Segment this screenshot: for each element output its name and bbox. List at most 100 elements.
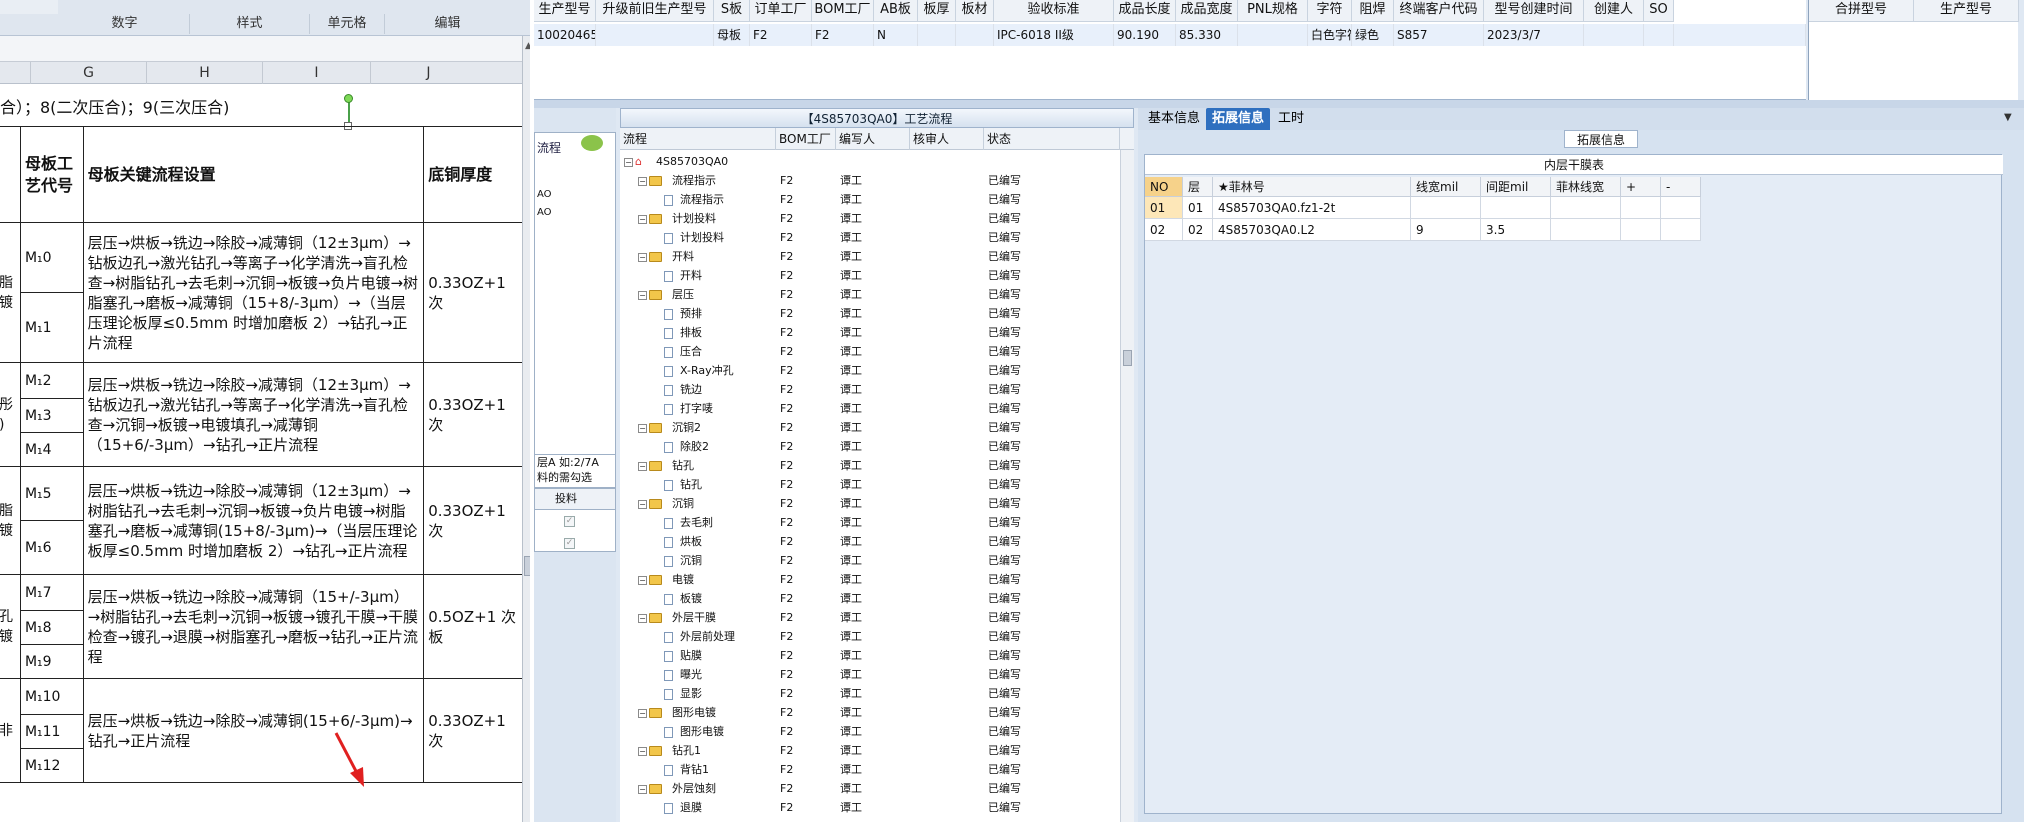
tree-row[interactable]: 预排 F2 谭工 已编写: [620, 304, 1120, 323]
dropdown-arrow-icon[interactable]: ▼: [2004, 112, 2012, 123]
tree-row[interactable]: 图形电镀 F2 谭工 已编写: [620, 722, 1120, 741]
grid-cell[interactable]: F2: [750, 24, 812, 46]
tree-row[interactable]: − 开料 F2 谭工 已编写: [620, 247, 1120, 266]
tree-row[interactable]: 外层前处理 F2 谭工 已编写: [620, 627, 1120, 646]
formula-bar[interactable]: [0, 36, 522, 62]
collapse-icon[interactable]: −: [638, 499, 647, 509]
tree-row[interactable]: − 外层干膜 F2 谭工 已编写: [620, 608, 1120, 627]
grid-cell[interactable]: 85.330: [1176, 24, 1238, 46]
rotate-handle-dot[interactable]: [344, 94, 353, 103]
tree-root[interactable]: − ⌂ 4S85703QA0: [620, 152, 1120, 171]
collapse-icon[interactable]: −: [638, 575, 647, 585]
grid-cell[interactable]: 90.190: [1114, 24, 1176, 46]
film-grid-cell[interactable]: [1551, 197, 1621, 219]
tree-row[interactable]: 背钻1 F2 谭工 已编写: [620, 760, 1120, 779]
feed-column-header[interactable]: 投料: [534, 488, 616, 510]
film-grid-cell[interactable]: [1551, 219, 1621, 241]
tree-row[interactable]: 贴膜 F2 谭工 已编写: [620, 646, 1120, 665]
grid-cell[interactable]: 白色字符: [1308, 24, 1352, 46]
tree-row[interactable]: − 钻孔1 F2 谭工 已编写: [620, 741, 1120, 760]
merge-grid-header[interactable]: 合拼型号: [1809, 0, 1914, 22]
tab-basic-info[interactable]: 基本信息: [1142, 108, 1206, 130]
ribbon-group-edit[interactable]: 编辑: [385, 14, 510, 34]
film-grid-cell[interactable]: [1411, 197, 1481, 219]
ribbon-group-style[interactable]: 样式: [190, 14, 310, 34]
ribbon-group-cells[interactable]: 单元格: [310, 14, 385, 34]
grid-header[interactable]: 创建人: [1584, 0, 1644, 22]
feed-checkbox[interactable]: ✓: [564, 516, 575, 527]
film-grid-cell[interactable]: 01: [1145, 197, 1183, 219]
grid-cell[interactable]: [956, 24, 994, 46]
grid-cell[interactable]: [1584, 24, 1644, 46]
column-header-g[interactable]: G: [30, 62, 146, 84]
tree-row[interactable]: 打字唛 F2 谭工 已编写: [620, 399, 1120, 418]
film-grid-cell[interactable]: 02: [1145, 219, 1183, 241]
grid-header[interactable]: 生产型号: [534, 0, 596, 22]
flow-list-item[interactable]: AO: [537, 207, 552, 218]
grid-header[interactable]: AB板: [874, 0, 918, 22]
grid-cell[interactable]: 100204652: [534, 24, 596, 46]
col-reviewer[interactable]: 核审人: [910, 128, 984, 150]
collapse-icon[interactable]: −: [638, 746, 647, 756]
process-scrollbar[interactable]: [1120, 150, 1134, 822]
film-grid-cell[interactable]: 01: [1183, 197, 1213, 219]
collapse-icon[interactable]: −: [638, 423, 647, 433]
tree-row[interactable]: 烘板 F2 谭工 已编写: [620, 532, 1120, 551]
grid-header[interactable]: BOM工厂: [812, 0, 874, 22]
film-grid-header[interactable]: 间距mil: [1481, 177, 1551, 197]
tree-row[interactable]: 开料 F2 谭工 已编写: [620, 266, 1120, 285]
grid-header[interactable]: 升级前旧生产型号: [596, 0, 714, 22]
grid-header[interactable]: PNL规格: [1238, 0, 1308, 22]
collapse-icon[interactable]: −: [624, 157, 633, 167]
column-header-i[interactable]: I: [262, 62, 370, 84]
merge-grid-header[interactable]: 生产型号: [1914, 0, 2019, 22]
horizontal-splitter[interactable]: [534, 100, 2024, 108]
grid-cell[interactable]: [918, 24, 956, 46]
tree-row[interactable]: 钻孔 F2 谭工 已编写: [620, 475, 1120, 494]
tree-row[interactable]: − 钻孔 F2 谭工 已编写: [620, 456, 1120, 475]
tree-row[interactable]: − 图形电镀 F2 谭工 已编写: [620, 703, 1120, 722]
collapse-icon[interactable]: −: [638, 708, 647, 718]
worksheet[interactable]: 合）；8(二次压合)；9(三次压合) 母板工艺代号 母板关键流程设置 底铜厚度 …: [0, 84, 530, 822]
tree-row[interactable]: − 流程指示 F2 谭工 已编写: [620, 171, 1120, 190]
grid-cell[interactable]: [1238, 24, 1308, 46]
tree-row[interactable]: − 计划投料 F2 谭工 已编写: [620, 209, 1120, 228]
film-grid-cell[interactable]: [1661, 197, 1701, 219]
scroll-thumb[interactable]: [1123, 350, 1132, 366]
col-status[interactable]: 状态: [984, 128, 1120, 150]
grid-cell[interactable]: S857: [1394, 24, 1484, 46]
tree-row[interactable]: 板镀 F2 谭工 已编写: [620, 589, 1120, 608]
collapse-icon[interactable]: −: [638, 613, 647, 623]
flow-list-item[interactable]: AO: [537, 189, 552, 200]
grid-header[interactable]: 终端客户代码: [1394, 0, 1484, 22]
column-header-j[interactable]: J: [370, 62, 486, 84]
grid-header[interactable]: 型号创建时间: [1484, 0, 1584, 22]
film-grid-cell[interactable]: [1621, 197, 1661, 219]
tree-row[interactable]: − 层压 F2 谭工 已编写: [620, 285, 1120, 304]
grid-cell[interactable]: N: [874, 24, 918, 46]
grid-cell[interactable]: 绿色: [1352, 24, 1394, 46]
grid-cell[interactable]: 母板: [714, 24, 750, 46]
grid-header[interactable]: 板厚: [918, 0, 956, 22]
film-grid-cell[interactable]: 02: [1183, 219, 1213, 241]
process-tree[interactable]: − ⌂ 4S85703QA0 − 流程指示 F2 谭工 已编写 流程指示 F2 谭工 已编写 − 计划…: [620, 150, 1134, 822]
film-grid-header[interactable]: 菲林线宽: [1551, 177, 1621, 197]
grid-cell[interactable]: [1644, 24, 1674, 46]
ribbon-group-number[interactable]: 数字: [60, 14, 190, 34]
tree-row[interactable]: 流程指示 F2 谭工 已编写: [620, 190, 1120, 209]
grid-cell[interactable]: [596, 24, 714, 46]
scroll-thumb[interactable]: [524, 556, 530, 576]
grid-header[interactable]: 板材: [956, 0, 994, 22]
scroll-up-icon[interactable]: ▲: [524, 40, 530, 54]
grid-cell[interactable]: IPC-6018 II级: [994, 24, 1114, 46]
grid-cell[interactable]: [1674, 24, 1806, 46]
tree-row[interactable]: − 沉铜 F2 谭工 已编写: [620, 494, 1120, 513]
chat-bubble-icon[interactable]: [581, 135, 603, 151]
tab-work-hours[interactable]: 工时: [1272, 108, 1310, 130]
tree-row[interactable]: 沉铜 F2 谭工 已编写: [620, 551, 1120, 570]
collapse-icon[interactable]: −: [638, 252, 647, 262]
tree-row[interactable]: 曝光 F2 谭工 已编写: [620, 665, 1120, 684]
collapse-icon[interactable]: −: [638, 214, 647, 224]
film-grid-cell[interactable]: [1621, 219, 1661, 241]
tree-row[interactable]: 退膜 F2 谭工 已编写: [620, 798, 1120, 817]
